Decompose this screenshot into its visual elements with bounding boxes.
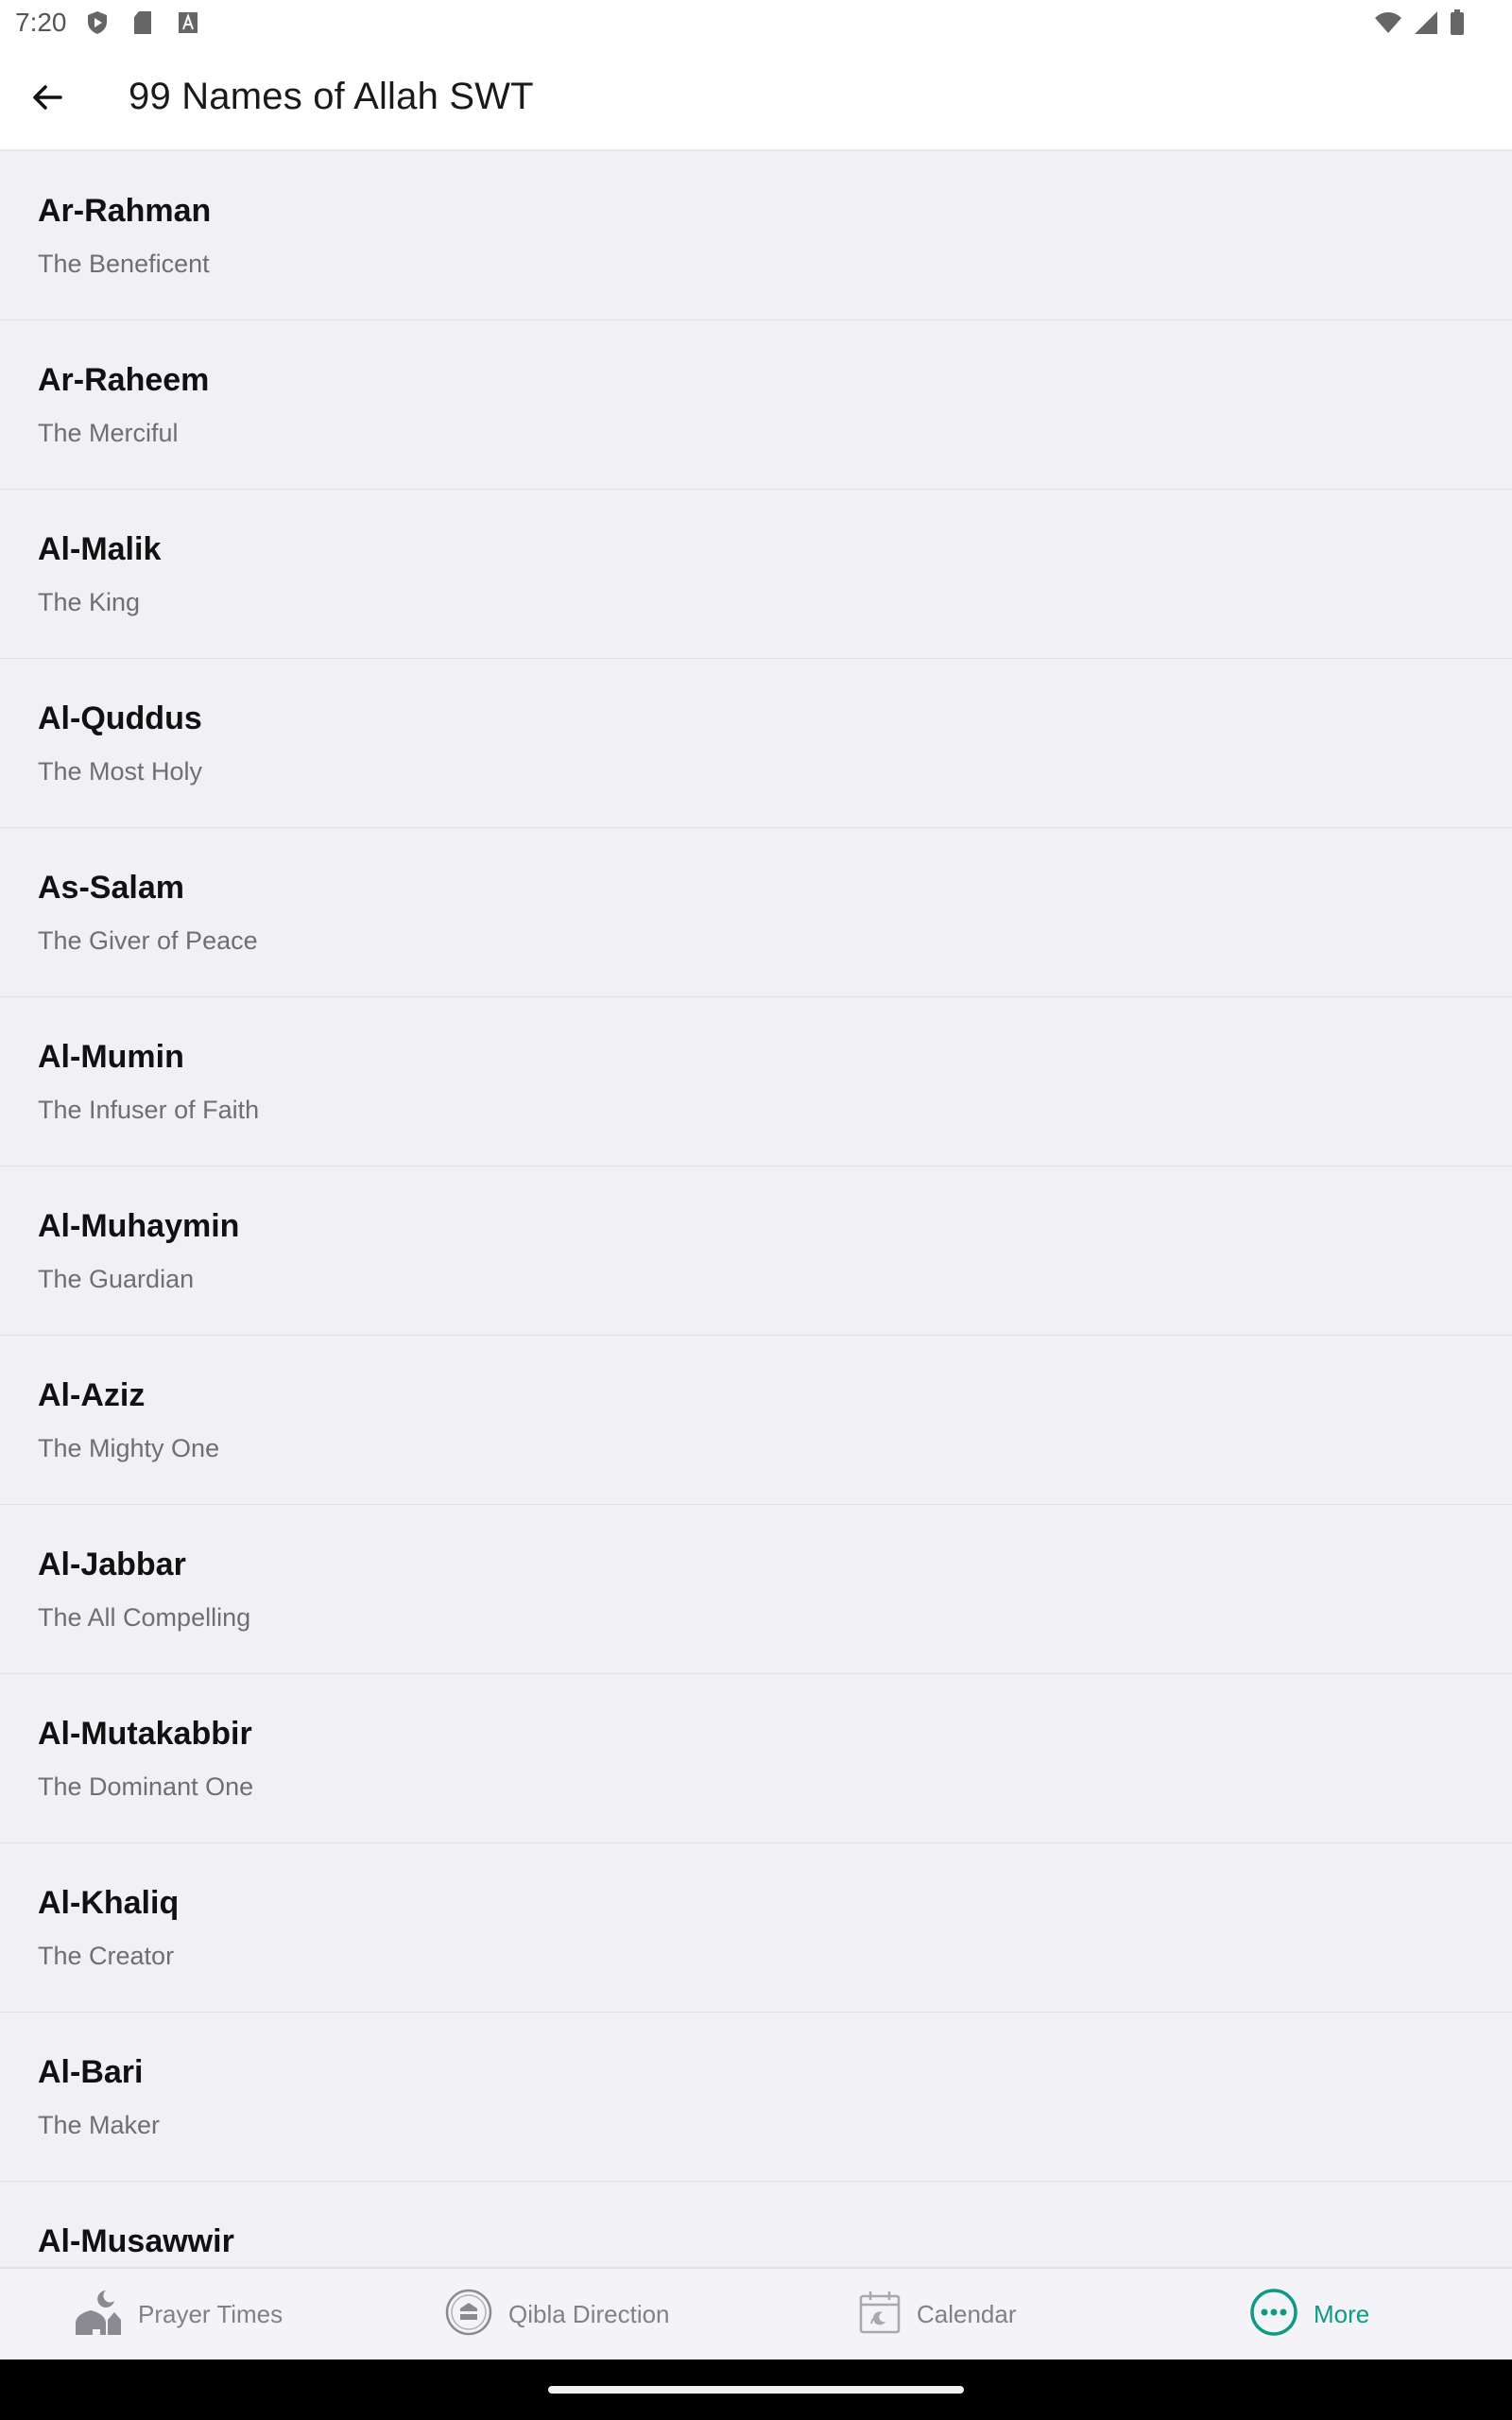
back-button[interactable] [21,73,74,126]
list-item[interactable]: As-Salam The Giver of Peace [0,828,1512,997]
system-navigation-bar [0,2360,1512,2420]
status-right-icons [1374,9,1465,41]
list-item[interactable]: Ar-Raheem The Merciful [0,320,1512,490]
name-meaning: The Guardian [38,1265,195,1293]
more-dots-icon [1249,2288,1298,2342]
bottom-navigation: Prayer Times Qibla Direction Calendar Mo… [0,2267,1512,2360]
nav-calendar[interactable]: Calendar [858,2269,1017,2360]
name-meaning: The Dominant One [38,1772,254,1801]
name-title: Al-Mutakabbir [38,1716,252,1752]
app-bar: 99 Names of Allah SWT [0,47,1512,151]
name-meaning: The Maker [38,2111,161,2139]
signal-icon [1414,10,1438,40]
name-title: Al-Malik [38,531,162,567]
name-meaning: The King [38,588,141,616]
name-title: Al-Quddus [38,700,202,736]
nav-qibla-direction[interactable]: Qibla Direction [444,2269,670,2360]
nav-prayer-times[interactable]: Prayer Times [74,2269,283,2360]
home-indicator[interactable] [548,2386,964,2394]
battery-icon [1450,9,1465,41]
wifi-icon [1374,10,1402,40]
name-meaning: The All Compelling [38,1603,251,1632]
calendar-icon [858,2290,902,2340]
sd-card-icon [130,9,155,36]
name-meaning: The Merciful [38,419,179,447]
name-title: Ar-Rahman [38,193,212,229]
shield-play-icon [85,9,110,36]
kaaba-compass-icon [444,2288,493,2342]
list-item[interactable]: Al-Mutakabbir The Dominant One [0,1674,1512,1843]
name-meaning: The Creator [38,1942,175,1970]
list-item[interactable]: Al-Khaliq The Creator [0,1843,1512,2013]
list-item[interactable]: Al-Jabbar The All Compelling [0,1505,1512,1674]
status-left-icons [85,9,200,36]
name-title: Al-Musawwir [38,2223,234,2259]
name-meaning: The Beneficent [38,250,210,278]
nav-label: Prayer Times [138,2299,284,2328]
name-meaning: The Giver of Peace [38,926,258,955]
page-title: 99 Names of Allah SWT [129,76,534,117]
nav-label: Qibla Direction [508,2299,670,2328]
name-meaning: The Most Holy [38,757,203,786]
list-item[interactable]: Al-Malik The King [0,490,1512,659]
name-title: Al-Bari [38,2054,144,2090]
list-item[interactable]: Al-Aziz The Mighty One [0,1336,1512,1505]
nav-more[interactable]: More [1249,2269,1369,2360]
mosque-moon-icon [74,2288,123,2342]
list-item[interactable]: Al-Muhaymin The Guardian [0,1167,1512,1336]
nav-label: More [1314,2299,1370,2328]
names-list[interactable]: Ar-Rahman The Beneficent Ar-Raheem The M… [0,151,1512,2267]
font-a-icon [176,9,200,36]
name-meaning: The Infuser of Faith [38,1096,260,1124]
name-title: Al-Muhaymin [38,1208,240,1244]
nav-label: Calendar [917,2299,1017,2328]
list-item[interactable]: Ar-Rahman The Beneficent [0,151,1512,320]
name-title: Al-Mumin [38,1039,184,1075]
name-title: As-Salam [38,870,184,906]
list-item[interactable]: Al-Musawwir [0,2182,1512,2267]
arrow-left-icon [30,80,64,119]
name-title: Al-Aziz [38,1377,146,1413]
list-item[interactable]: Al-Quddus The Most Holy [0,659,1512,828]
name-title: Ar-Raheem [38,362,210,398]
list-item[interactable]: Al-Bari The Maker [0,2013,1512,2182]
status-bar: 7:20 [0,0,1512,47]
name-meaning: The Mighty One [38,1434,220,1462]
list-item[interactable]: Al-Mumin The Infuser of Faith [0,997,1512,1167]
name-title: Al-Khaliq [38,1885,180,1921]
name-title: Al-Jabbar [38,1547,186,1582]
status-time: 7:20 [15,8,67,37]
